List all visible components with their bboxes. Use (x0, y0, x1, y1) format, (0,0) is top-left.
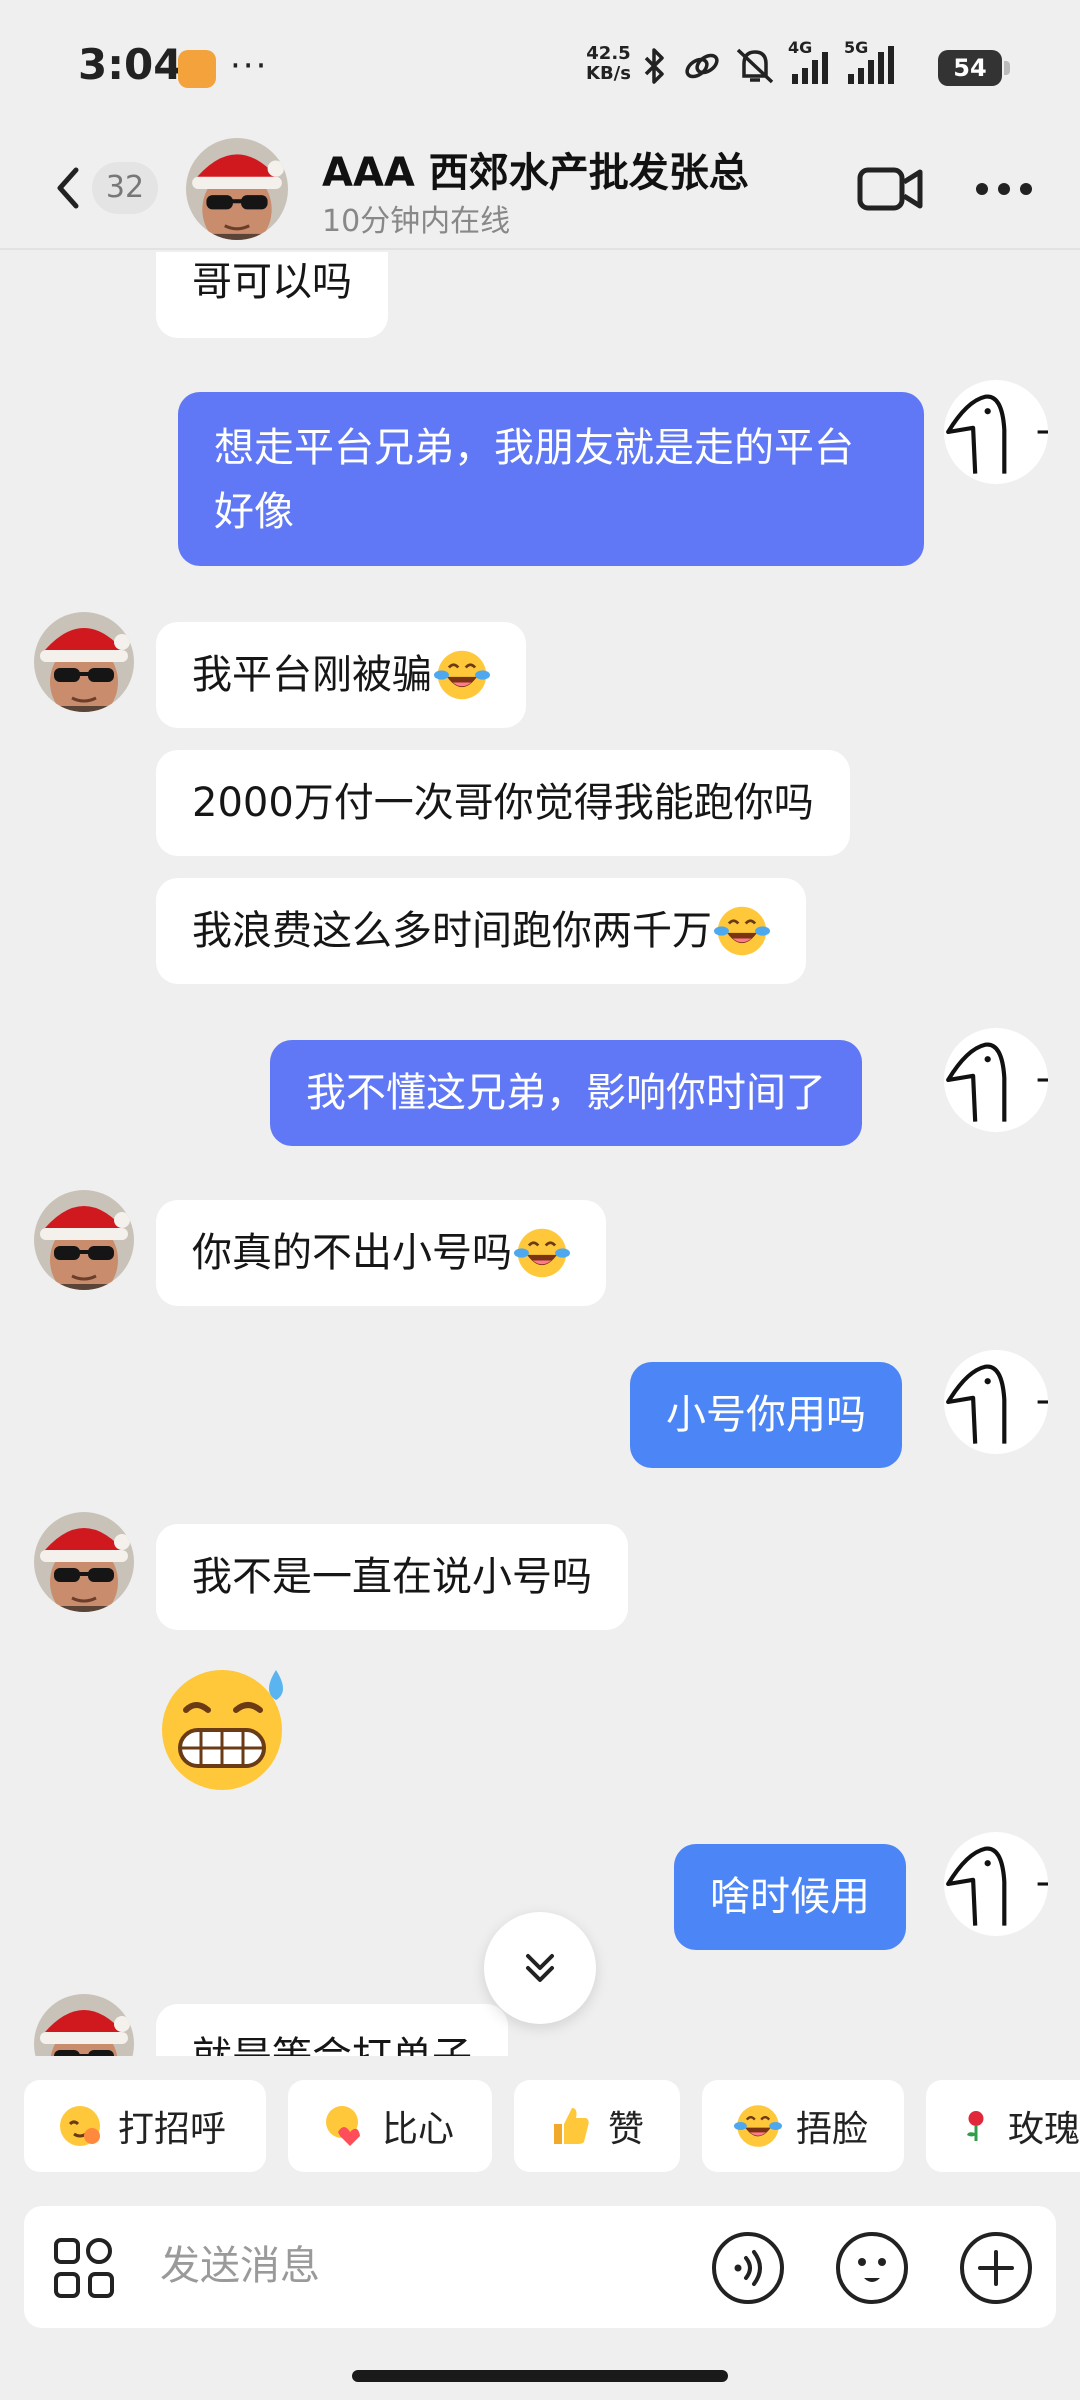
message-text: 就是等会打单子 (192, 2025, 472, 2056)
quick-reply-greet[interactable]: 打招呼 (24, 2080, 266, 2172)
message-text: 我浪费这么多时间跑你两千万 (192, 908, 712, 954)
message-text: 想走平台兄弟，我朋友就是走的平台好像 (214, 425, 854, 535)
message-bubble-outgoing[interactable]: 我不懂这兄弟，影响你时间了 (270, 1040, 862, 1146)
message-list[interactable]: 哥可以吗 想走平台兄弟，我朋友就是走的平台好像 我平台刚被骗 2000万付一次哥… (0, 252, 1080, 2056)
message-text: 哥可以吗 (192, 259, 352, 305)
link-icon (682, 46, 722, 86)
message-text: 2000万付一次哥你觉得我能跑你吗 (192, 780, 814, 826)
quick-reply-rose[interactable]: 玫瑰 (926, 2080, 1080, 2172)
double-chevron-down-icon (526, 1954, 554, 1982)
quick-reply-heart[interactable]: 比心 (288, 2080, 492, 2172)
mute-bell-icon (734, 46, 776, 86)
unread-count-badge[interactable]: 32 (92, 162, 158, 214)
message-text: 我平台刚被骗 (192, 652, 432, 698)
thumbs-up-emoji-icon (554, 2108, 589, 2144)
message-text: 小号你用吗 (666, 1392, 866, 1438)
emoji-button[interactable] (834, 2230, 910, 2306)
online-status: 10分钟内在线 (322, 204, 511, 239)
voice-wave-icon (712, 2232, 784, 2304)
message-bubble-incoming[interactable]: 哥可以吗 (156, 252, 388, 338)
my-avatar[interactable] (944, 1832, 1048, 1936)
laugh-cry-emoji (434, 647, 490, 703)
quick-reply-facepalm[interactable]: 捂脸 (702, 2080, 904, 2172)
my-avatar[interactable] (944, 1028, 1048, 1132)
message-bubble-incoming[interactable]: 你真的不出小号吗 (156, 1200, 606, 1306)
laugh-cry-emoji (514, 1225, 570, 1281)
laugh-cry-emoji-icon (734, 2102, 782, 2150)
sender-avatar[interactable] (34, 1994, 134, 2056)
quick-reply-label: 捂脸 (796, 2109, 869, 2150)
more-dots-icon (976, 183, 1032, 195)
my-avatar[interactable] (944, 380, 1048, 484)
chat-header: 32 AAA 西郊水产批发张总 10分钟内在线 (0, 130, 1080, 250)
smiley-icon (836, 2232, 908, 2304)
network-speed-unit: KB/s (586, 63, 631, 84)
battery-indicator: 54 (938, 50, 1010, 86)
plus-icon (960, 2232, 1032, 2304)
more-notifications-icon: ··· (230, 46, 269, 86)
quick-reply-bar: 打招呼 比心 赞 捂脸 玫瑰 (0, 2080, 1080, 2176)
scroll-to-bottom-button[interactable] (484, 1912, 596, 2024)
message-bubble-incoming[interactable]: 2000万付一次哥你觉得我能跑你吗 (156, 750, 850, 856)
sender-avatar[interactable] (34, 1512, 134, 1612)
my-avatar[interactable] (944, 1350, 1048, 1454)
sender-avatar[interactable] (34, 612, 134, 712)
contact-avatar[interactable] (186, 138, 288, 240)
laugh-cry-emoji (714, 903, 770, 959)
signal-4g-icon: 4G (788, 38, 832, 86)
signal-5g-icon: 5G (844, 38, 894, 86)
heart-hands-emoji-icon (326, 2106, 360, 2146)
apps-grid-icon (54, 2238, 114, 2298)
message-bubble-incoming[interactable]: 我浪费这么多时间跑你两千万 (156, 878, 806, 984)
video-camera-icon (857, 167, 923, 211)
home-indicator[interactable] (352, 2370, 728, 2382)
message-bubble-incoming[interactable]: 我不是一直在说小号吗 (156, 1524, 628, 1630)
message-bubble-incoming[interactable]: 就是等会打单子 (156, 2004, 508, 2056)
message-text: 你真的不出小号吗 (192, 1230, 512, 1276)
app-notification-icon (178, 50, 216, 88)
quick-reply-label: 比心 (382, 2109, 455, 2150)
message-text: 我不是一直在说小号吗 (192, 1554, 592, 1600)
quick-reply-label: 玫瑰 (1007, 2109, 1080, 2150)
bluetooth-icon (640, 46, 670, 86)
quick-reply-label: 打招呼 (118, 2109, 227, 2150)
network-speed: 42.5 KB/s (586, 44, 631, 84)
message-input[interactable] (160, 2226, 700, 2306)
add-button[interactable] (958, 2230, 1034, 2306)
voice-button[interactable] (710, 2230, 786, 2306)
rose-emoji-icon (966, 2111, 984, 2141)
chevron-left-icon (57, 167, 79, 209)
quick-reply-like[interactable]: 赞 (514, 2080, 680, 2172)
message-bubble-outgoing[interactable]: 啥时候用 (674, 1844, 906, 1950)
contact-name[interactable]: AAA 西郊水产批发张总 (322, 140, 749, 198)
network-speed-value: 42.5 (586, 43, 631, 64)
message-text: 我不懂这兄弟，影响你时间了 (306, 1070, 826, 1116)
message-composer (24, 2206, 1056, 2328)
more-options-button[interactable] (972, 174, 1036, 204)
message-bubble-outgoing[interactable]: 小号你用吗 (630, 1362, 902, 1468)
message-bubble-incoming[interactable]: 我平台刚被骗 (156, 622, 526, 728)
video-call-button[interactable] (856, 162, 924, 216)
wave-emoji-icon (60, 2106, 100, 2146)
apps-button[interactable] (52, 2236, 116, 2300)
back-button[interactable] (48, 158, 88, 218)
message-text: 啥时候用 (710, 1874, 870, 1920)
sender-avatar[interactable] (34, 1190, 134, 1290)
clock: 3:04 (78, 40, 183, 89)
status-bar: 3:04 ··· 42.5 KB/s 4G 5G 54 (0, 0, 1080, 130)
quick-reply-label: 赞 (608, 2109, 645, 2150)
signal-4g-label: 4G (788, 38, 813, 57)
status-icons: 4G 5G (640, 38, 894, 88)
message-bubble-outgoing[interactable]: 想走平台兄弟，我朋友就是走的平台好像 (178, 392, 924, 566)
signal-5g-label: 5G (844, 38, 869, 57)
grin-sweat-emoji[interactable] (156, 1656, 296, 1796)
